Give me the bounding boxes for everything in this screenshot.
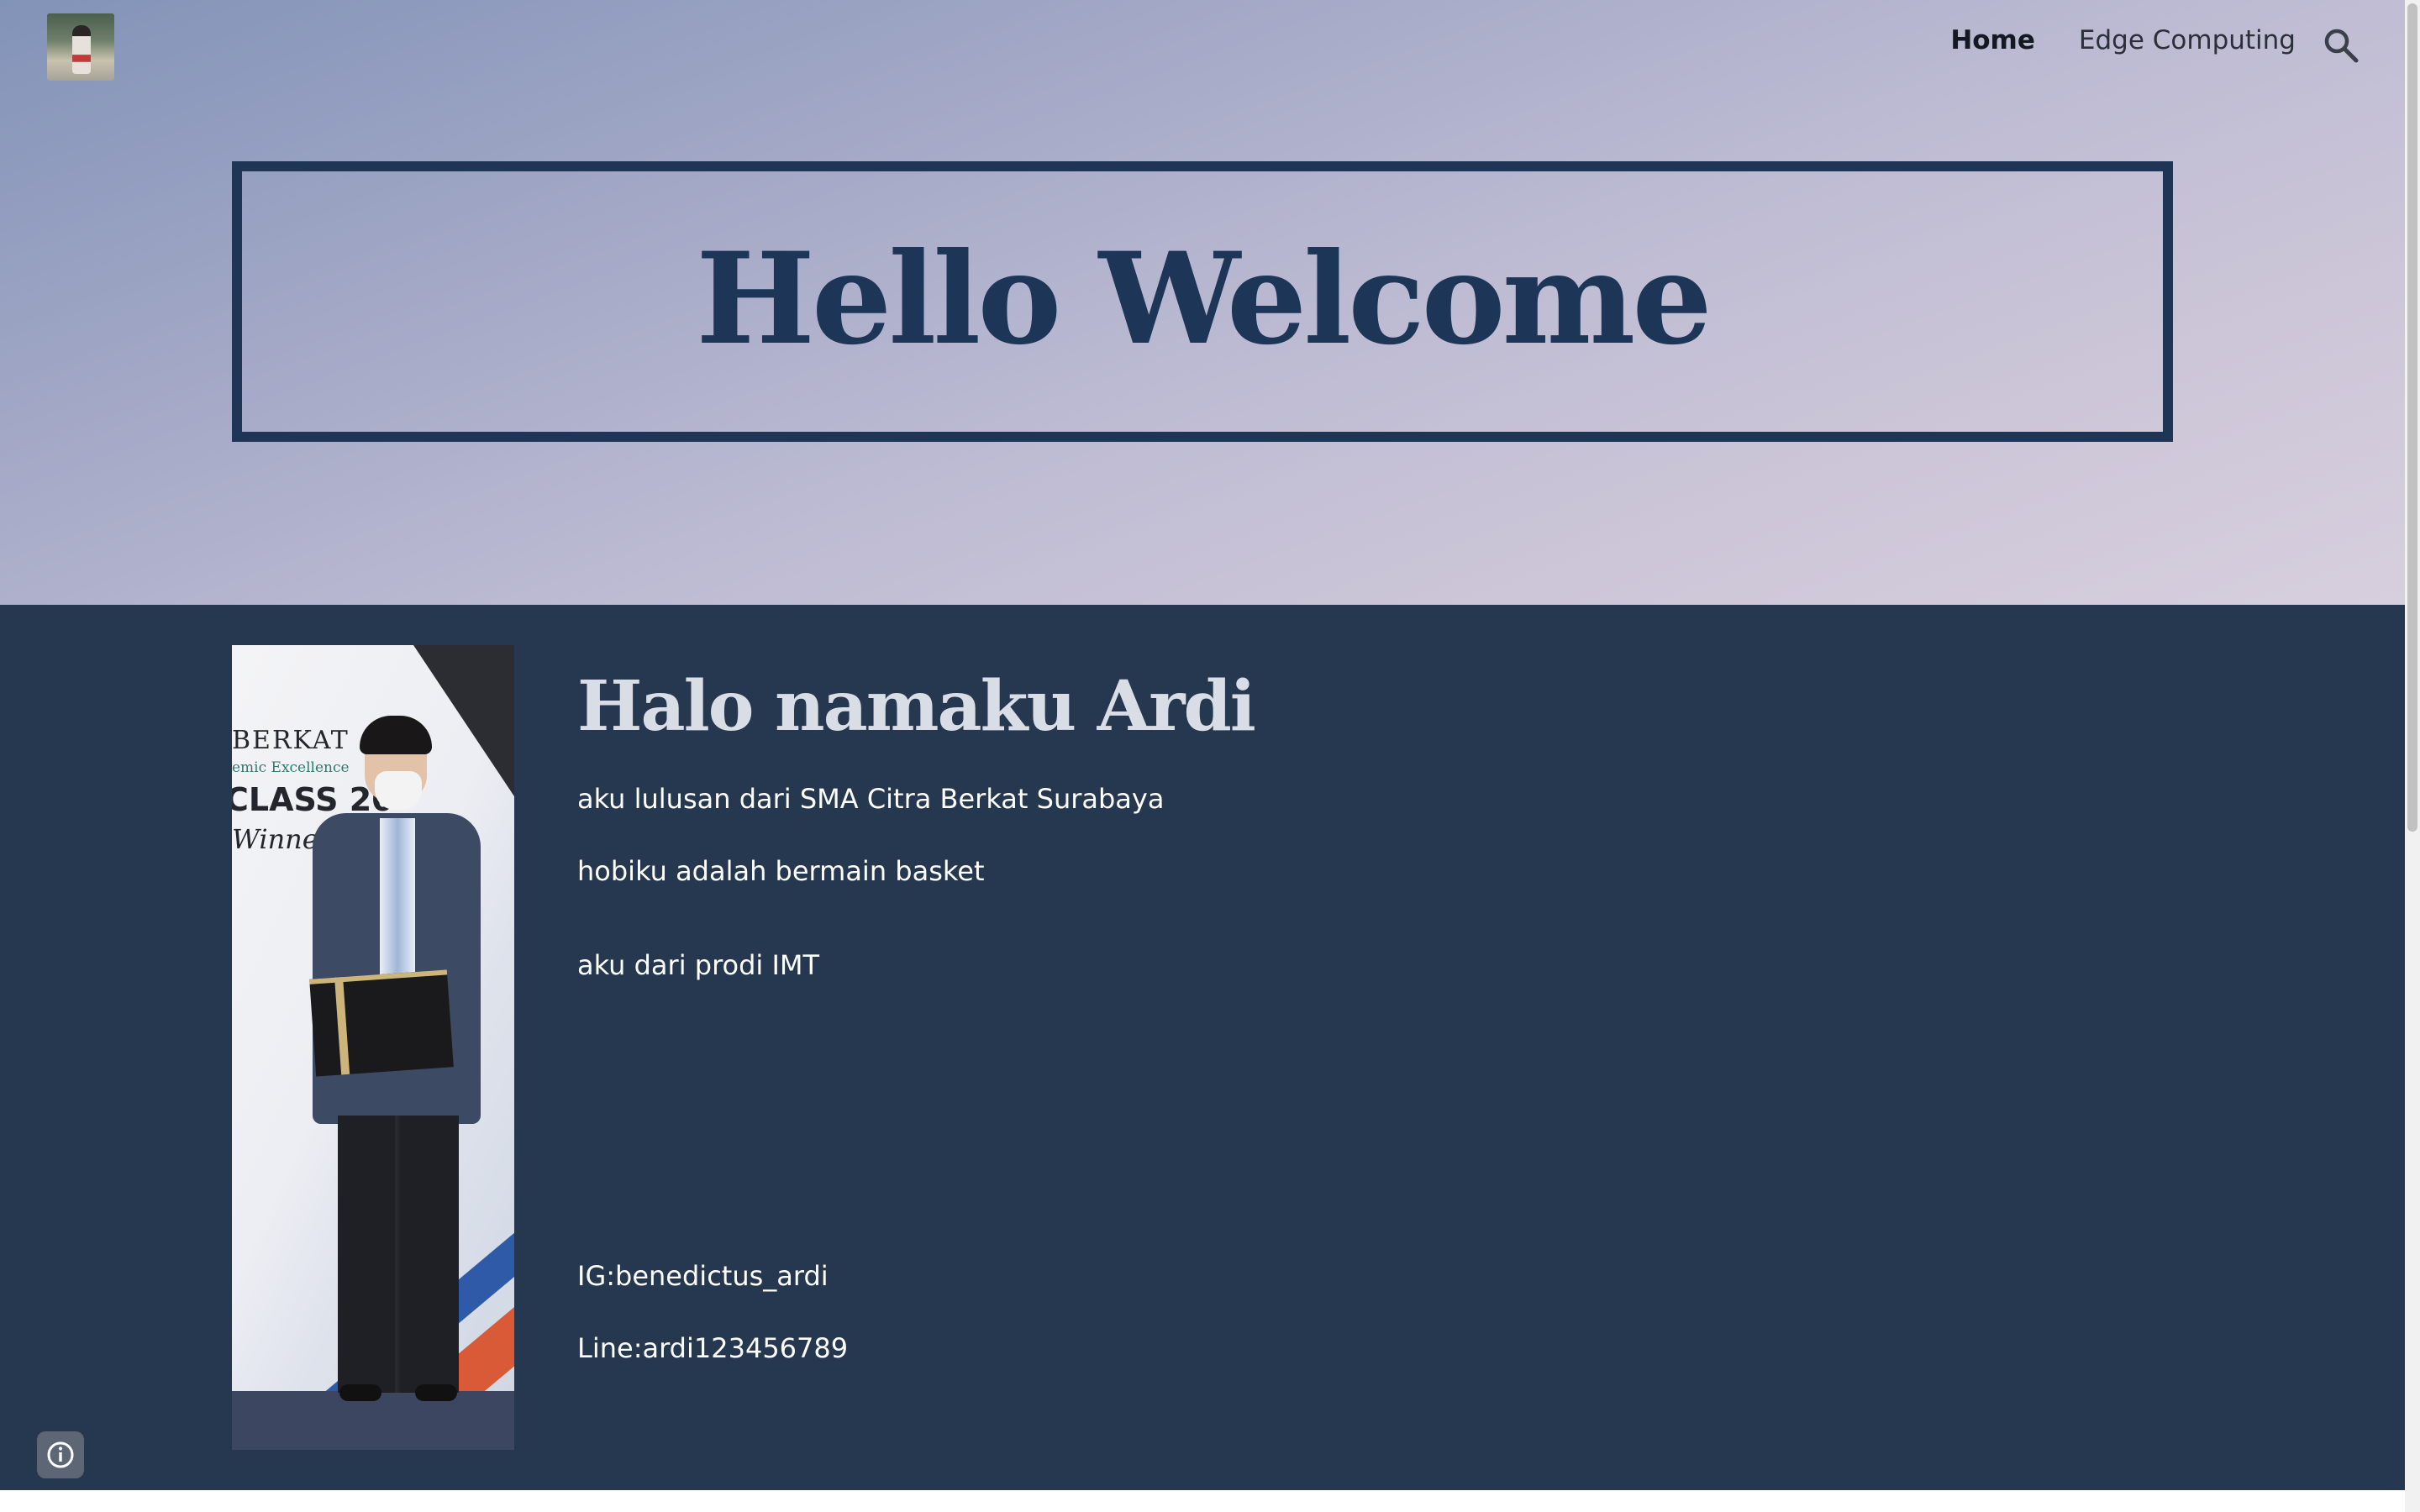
hero-banner: Home Edge Computing Hello Welcome xyxy=(0,0,2405,605)
site-logo[interactable] xyxy=(47,13,114,81)
logo-figure xyxy=(72,25,91,74)
search-icon[interactable] xyxy=(2321,25,2361,66)
person-legs xyxy=(338,1116,459,1393)
profile-major: aku dari prodi IMT xyxy=(577,949,820,981)
profile-school: aku lulusan dari SMA Citra Berkat Suraba… xyxy=(577,783,1165,815)
page-footer xyxy=(0,1490,2405,1512)
profile-heading: Halo namaku Ardi xyxy=(577,666,1256,747)
nav-item-home[interactable]: Home xyxy=(1950,25,2035,55)
person-shoe xyxy=(415,1384,457,1401)
scrollbar-thumb[interactable] xyxy=(2407,3,2417,832)
profile-line-id: Line:ardi123456789 xyxy=(577,1332,849,1364)
info-icon[interactable] xyxy=(37,1431,84,1478)
profile-photo: BERKAT emic Excellence CLASS 20 Winner xyxy=(232,645,514,1450)
banner-text: emic Excellence xyxy=(232,759,350,776)
hero-title-box: Hello Welcome xyxy=(232,161,2173,442)
banner-text: BERKAT xyxy=(232,726,350,755)
profile-hobby: hobiku adalah bermain basket xyxy=(577,855,985,887)
gift-box xyxy=(309,969,454,1077)
banner-corner xyxy=(413,645,514,796)
person-mask xyxy=(375,771,422,810)
page-scrollbar[interactable] xyxy=(2405,0,2420,1512)
profile-text: Halo namaku Ardi aku lulusan dari SMA Ci… xyxy=(577,665,2174,1364)
person-shoe xyxy=(339,1384,381,1401)
page: Home Edge Computing Hello Welcome BERKAT… xyxy=(0,0,2420,1512)
profile-section: BERKAT emic Excellence CLASS 20 Winner H… xyxy=(0,605,2405,1490)
top-navigation: Home Edge Computing xyxy=(1950,25,2296,55)
profile-instagram: IG:benedictus_ardi xyxy=(577,1260,829,1292)
nav-item-edge-computing[interactable]: Edge Computing xyxy=(2079,25,2296,55)
page-title: Hello Welcome xyxy=(696,225,1712,373)
